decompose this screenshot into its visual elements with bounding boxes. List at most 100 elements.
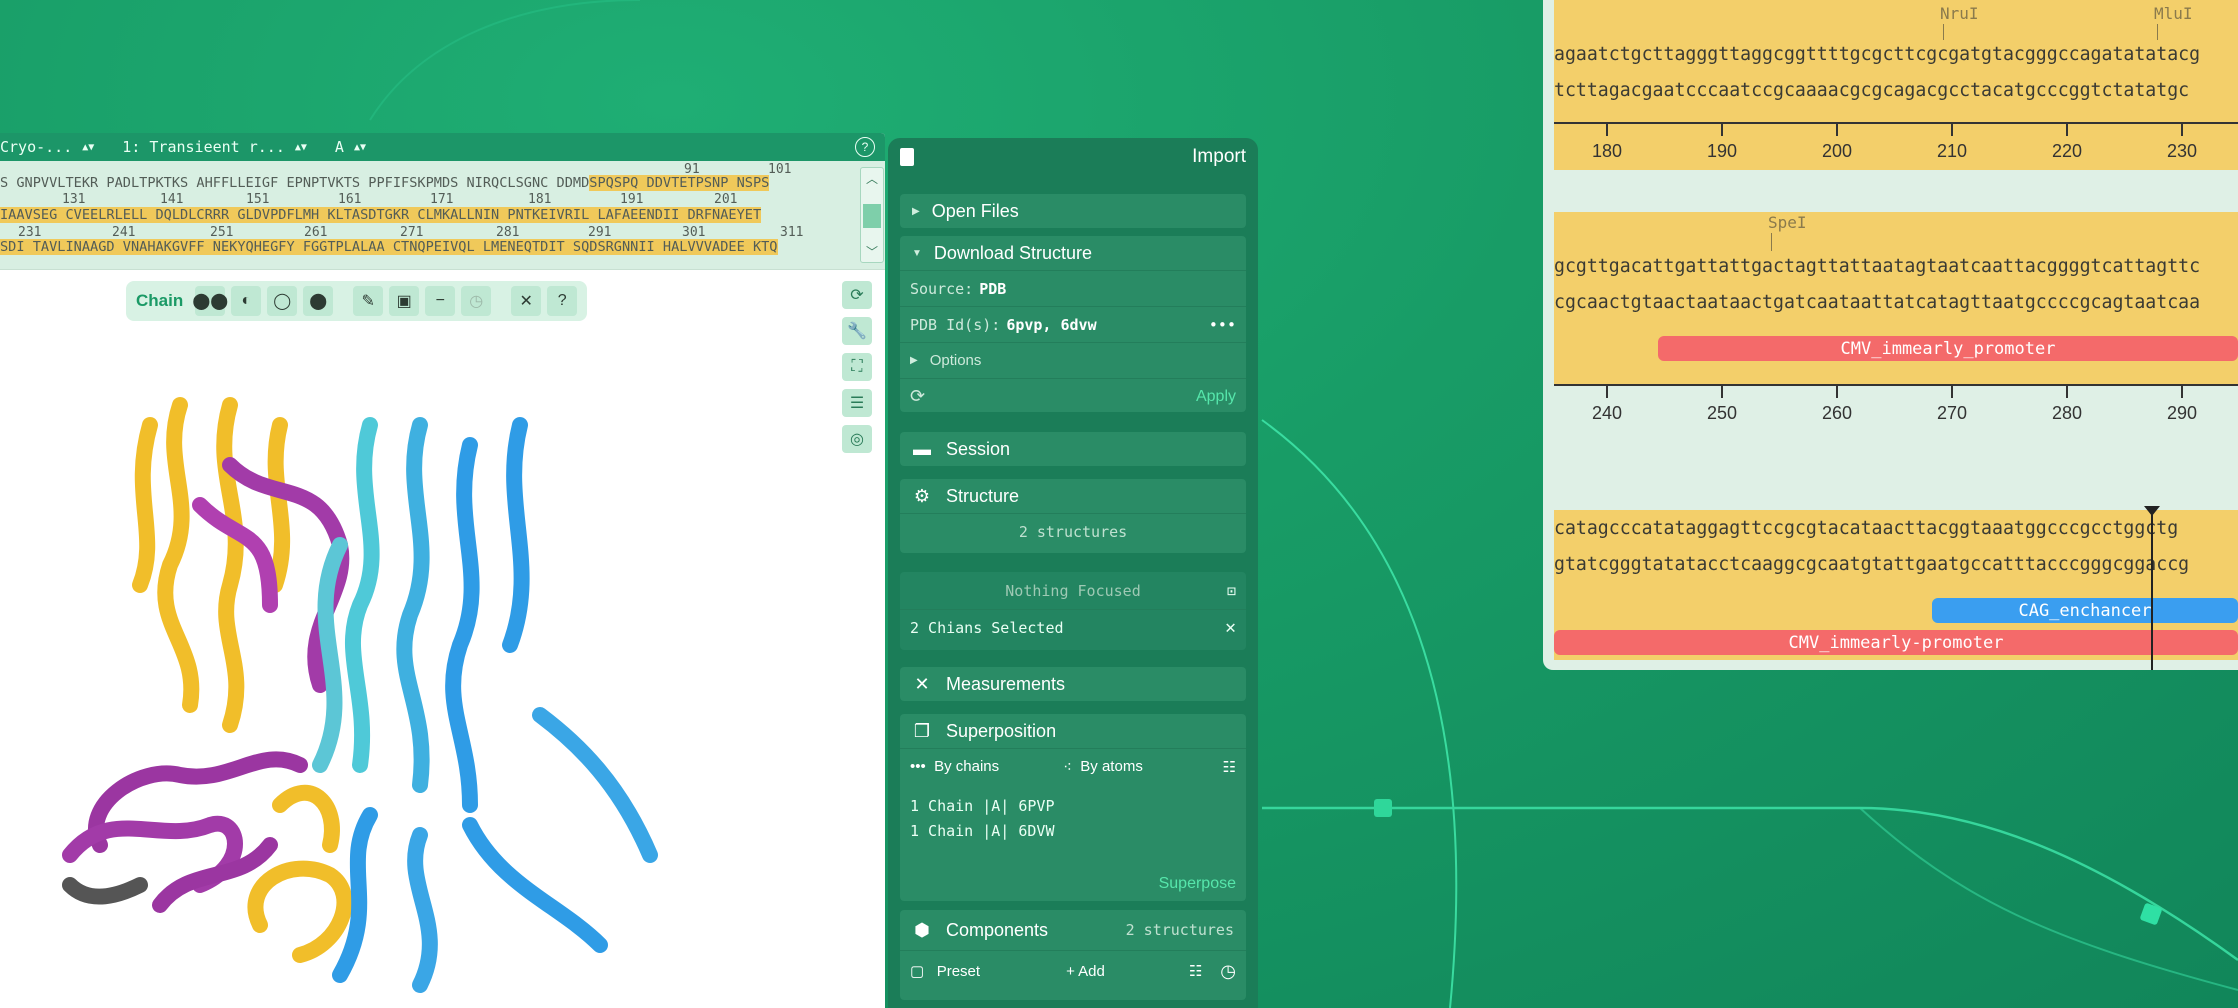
ruler-label: 210 bbox=[1936, 141, 1968, 161]
set-icon[interactable]: ⬤ bbox=[303, 286, 334, 316]
preset-button[interactable]: Preset bbox=[937, 963, 980, 980]
source-row[interactable]: Source: PDB bbox=[900, 270, 1246, 306]
selection-status: 2 Chians Selected bbox=[910, 618, 1064, 637]
sequence-row[interactable]: SDI TAVLINAAGD VNAHAKGVFF NEKYQHEGFY FGG… bbox=[0, 239, 778, 255]
history-icon[interactable]: ◷ bbox=[1220, 961, 1236, 982]
structure-header[interactable]: ⚙ Structure bbox=[900, 479, 1246, 513]
fingerprint-icon[interactable]: ◎ bbox=[842, 425, 872, 453]
updown-icon: ▲▼ bbox=[294, 141, 307, 153]
toolbar-label: Chain bbox=[136, 291, 184, 310]
sequence-row[interactable]: S GNPVVLTEKR PADLTPKTKS AHFFLLEIGF EPNPT… bbox=[0, 175, 770, 191]
residue-number: 271 bbox=[400, 225, 424, 240]
cursor-marker-icon[interactable] bbox=[2144, 506, 2160, 516]
settings-sliders-icon[interactable]: ☰ bbox=[842, 389, 872, 417]
close-icon[interactable]: ✕ bbox=[511, 286, 542, 316]
chain-selector[interactable]: A ▲▼ bbox=[335, 138, 366, 156]
download-structure-section: ▼ Download Structure Source: PDB PDB Id(s)… bbox=[900, 236, 1246, 412]
scroll-thumb[interactable] bbox=[863, 204, 881, 228]
cube-icon[interactable]: ▣ bbox=[389, 286, 420, 316]
tab-by-atoms[interactable]: By atoms bbox=[1080, 758, 1143, 775]
list-item[interactable]: 1 Chain |A| 6PVP bbox=[910, 794, 1236, 819]
dna-top-strand[interactable]: catagcccatataggagttccgcgtacataacttacggta… bbox=[1554, 518, 2178, 539]
refresh-icon[interactable]: ⟳ bbox=[910, 386, 925, 407]
dna-top-strand[interactable]: gcgttgacattgattattgactagttattaatagtaatca… bbox=[1554, 256, 2200, 277]
help-icon[interactable]: ? bbox=[547, 286, 578, 316]
dna-bottom-strand[interactable]: cgcaactgtaactaataactgatcaataattatcatagtt… bbox=[1554, 292, 2200, 313]
sequence-row[interactable]: IAAVSEG CVEELRLELL DQLDLCRRR GLDVPDFLMH … bbox=[0, 207, 762, 223]
options-row[interactable]: ▶ Options bbox=[900, 342, 1246, 378]
download-structure-header[interactable]: ▼ Download Structure bbox=[900, 236, 1246, 270]
close-icon[interactable]: ✕ bbox=[1225, 617, 1236, 638]
close-x-icon: ✕ bbox=[914, 673, 930, 694]
add-component-button[interactable]: + Add bbox=[1066, 963, 1105, 980]
superposition-tabs: ••• By chains ⁖ By atoms ☷ bbox=[900, 748, 1246, 784]
residue-number: 301 bbox=[682, 225, 706, 240]
focus-row[interactable]: Nothing Focused ⊡ bbox=[900, 572, 1246, 609]
molecule-rendering[interactable] bbox=[40, 385, 680, 1005]
panel-header: Import bbox=[888, 138, 1258, 176]
enzyme-label[interactable]: SpeI bbox=[1768, 213, 1807, 232]
help-icon[interactable]: ? bbox=[855, 137, 875, 157]
options-label: Options bbox=[929, 352, 982, 369]
pdb-id-row[interactable]: PDB Id(s): 6pvp, 6dvw ••• bbox=[900, 306, 1246, 342]
sliders-icon[interactable]: ☷ bbox=[1189, 962, 1202, 980]
dna-top-strand[interactable]: agaatctgcttagggttaggcggttttgcgcttcgcgatg… bbox=[1554, 44, 2200, 65]
focus-target-icon[interactable]: ⊡ bbox=[1227, 582, 1236, 600]
wrench-icon[interactable]: 🔧 bbox=[842, 317, 872, 345]
structure-section: ⚙ Structure 2 structures bbox=[900, 479, 1246, 553]
gear-icon: ⚙ bbox=[913, 485, 931, 506]
ruler-label: 260 bbox=[1821, 403, 1853, 423]
components-header[interactable]: ⬢ Components 2 structures bbox=[900, 910, 1246, 950]
superposition-section: ❐ Superposition ••• By chains ⁖ By atoms … bbox=[900, 714, 1246, 901]
subtract-icon[interactable]: ◐ bbox=[231, 286, 262, 316]
ruler-label: 270 bbox=[1936, 403, 1968, 423]
fullscreen-icon[interactable]: ⛶ bbox=[842, 353, 872, 381]
chevron-up-icon[interactable]: ︿ bbox=[861, 170, 883, 187]
source-value: PDB bbox=[979, 279, 1007, 298]
tab-by-chains[interactable]: By chains bbox=[934, 758, 999, 775]
reset-view-icon[interactable]: ⟳ bbox=[842, 281, 872, 309]
chevron-down-icon[interactable]: ﹀ bbox=[861, 243, 883, 260]
dna-bottom-strand[interactable]: gtatcgggtatatacctcaaggcgcaatgtattgaatgcc… bbox=[1554, 554, 2189, 575]
structure-selector[interactable]: Cryo-... ▲▼ bbox=[0, 138, 94, 156]
open-files-section[interactable]: ▶ Open Files bbox=[900, 194, 1246, 228]
union-icon[interactable]: ⬤⬤ bbox=[192, 286, 228, 316]
superpose-button[interactable]: Superpose bbox=[1159, 875, 1236, 893]
more-icon[interactable]: ••• bbox=[1209, 316, 1236, 334]
selector-value: Cryo-... bbox=[0, 138, 73, 156]
apply-button[interactable]: Apply bbox=[1196, 388, 1236, 406]
feature-cmv-promoter[interactable]: CMV_immearly-promoter bbox=[1554, 630, 2238, 655]
atoms-icon: ⁖ bbox=[1063, 758, 1072, 776]
session-section[interactable]: ▬ Session bbox=[900, 432, 1246, 466]
model-selector[interactable]: 1: Transieent r... ▲▼ bbox=[122, 138, 307, 156]
list-item[interactable]: 1 Chain |A| 6DVW bbox=[910, 819, 1236, 844]
field-label: PDB Id(s): bbox=[910, 315, 1001, 334]
residue-number: 151 bbox=[246, 192, 270, 207]
sliders-icon[interactable]: ☷ bbox=[1223, 758, 1236, 776]
residue-number: 131 bbox=[62, 192, 86, 207]
dna-bottom-strand[interactable]: tcttagacgaatcccaatccgcaaaacgcgcagacgccta… bbox=[1554, 80, 2189, 101]
chain-toolbar: Chain ⬤⬤ ◐ ◯ ⬤ ✎ ▣ − ◷ ✕ ? bbox=[126, 281, 588, 321]
intersect-icon[interactable]: ◯ bbox=[267, 286, 298, 316]
pencil-icon[interactable]: ✎ bbox=[353, 286, 384, 316]
dots-icon: ••• bbox=[910, 758, 926, 775]
superposition-header[interactable]: ❐ Superposition bbox=[900, 714, 1246, 748]
cursor-line[interactable] bbox=[2151, 510, 2153, 670]
feature-cag-enhancer[interactable]: CAG_enchancer bbox=[1932, 598, 2238, 623]
enzyme-label[interactable]: MluI bbox=[2154, 4, 2193, 23]
minus-icon[interactable]: − bbox=[425, 286, 456, 316]
residue-number: 241 bbox=[112, 225, 136, 240]
ruler-label: 240 bbox=[1591, 403, 1623, 423]
residue-number: 171 bbox=[430, 192, 454, 207]
history-icon[interactable]: ◷ bbox=[461, 286, 492, 316]
measurements-section[interactable]: ✕ Measurements bbox=[900, 667, 1246, 701]
residue-number: 261 bbox=[304, 225, 328, 240]
focus-status: Nothing Focused bbox=[1005, 581, 1141, 600]
feature-cmv-promoter[interactable]: CMV_immearly_promoter bbox=[1658, 336, 2238, 361]
section-title: Superposition bbox=[946, 720, 1057, 741]
sequence-scrollbar[interactable]: ︿ ﹀ bbox=[860, 167, 884, 263]
enzyme-label[interactable]: NruI bbox=[1940, 4, 1979, 23]
residue-number: 281 bbox=[496, 225, 520, 240]
sequence-map: NruI MluI agaatctgcttagggttaggcggttttgcg… bbox=[1543, 0, 2238, 670]
focus-section: Nothing Focused ⊡ 2 Chians Selected ✕ bbox=[900, 572, 1246, 650]
